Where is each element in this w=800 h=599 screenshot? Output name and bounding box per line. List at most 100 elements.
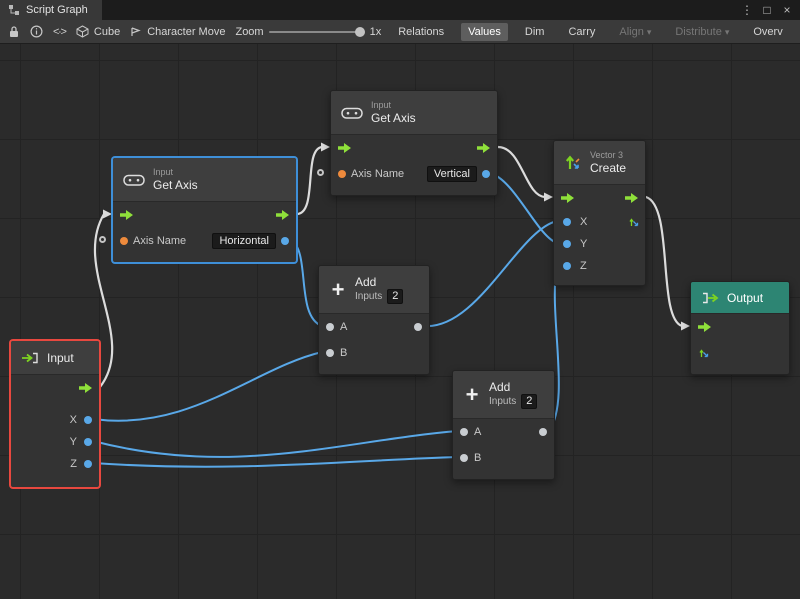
sum-out-port[interactable]	[539, 428, 547, 436]
node-header: Input Get Axis	[113, 158, 296, 202]
x-label: X	[580, 216, 587, 228]
node-header: + Add Inputs 2	[319, 266, 429, 314]
node-get-axis-vertical[interactable]: Input Get Axis Axis Name Vertical	[330, 90, 498, 196]
plus-icon: +	[329, 279, 347, 301]
info-icon[interactable]	[30, 25, 43, 38]
control-in-port[interactable]	[120, 210, 133, 220]
node-title: Create	[590, 161, 626, 175]
graph-name: Character Move	[147, 26, 225, 38]
zoom-slider-handle[interactable]	[355, 27, 365, 37]
object-breadcrumb-button[interactable]: Cube	[76, 25, 120, 38]
a-label: A	[474, 426, 481, 438]
a-in-port[interactable]	[460, 428, 468, 436]
axis-name-port[interactable]	[120, 237, 128, 245]
plus-icon: +	[463, 384, 481, 406]
axis-name-field[interactable]: Horizontal	[212, 233, 276, 249]
vector3-out-port[interactable]	[628, 216, 640, 228]
node-output[interactable]: Output	[690, 281, 790, 375]
target-port[interactable]	[99, 236, 106, 243]
a-in-port[interactable]	[326, 323, 334, 331]
close-icon[interactable]: ×	[778, 0, 796, 20]
node-title: Add	[355, 275, 403, 289]
input-port-icon	[21, 352, 39, 364]
result-out-port[interactable]	[281, 237, 289, 245]
result-out-port[interactable]	[482, 170, 490, 178]
control-in-port[interactable]	[561, 193, 574, 203]
chevron-down-icon: ▾	[725, 27, 730, 37]
gamepad-icon	[123, 173, 145, 187]
control-in-port[interactable]	[698, 322, 711, 332]
control-out-port[interactable]	[276, 210, 289, 220]
tab-title: Script Graph	[26, 4, 88, 16]
chevron-down-icon: ▾	[647, 27, 652, 37]
node-header: Output	[691, 282, 789, 314]
graph-breadcrumb-button[interactable]: Character Move	[130, 26, 225, 38]
x-label: X	[70, 414, 77, 426]
b-in-port[interactable]	[326, 349, 334, 357]
dim-button[interactable]: Dim	[518, 23, 552, 41]
inputs-label: Inputs	[355, 291, 382, 303]
y-out-port[interactable]	[84, 438, 92, 446]
x-in-port[interactable]	[563, 218, 571, 226]
node-input[interactable]: Input X Y Z	[10, 340, 100, 488]
zoom-value: 1x	[370, 26, 382, 38]
z-out-port[interactable]	[84, 460, 92, 468]
axis-name-field[interactable]: Vertical	[427, 166, 477, 182]
object-name: Cube	[94, 26, 120, 38]
script-graph-asset-icon	[130, 26, 142, 38]
node-title: Get Axis	[153, 178, 198, 192]
a-label: A	[340, 321, 347, 333]
align-dropdown[interactable]: Align▾	[612, 23, 658, 41]
lock-icon[interactable]	[8, 25, 20, 38]
control-out-port[interactable]	[625, 193, 638, 203]
window-tab-bar: Script Graph ⋮ □ ×	[0, 0, 800, 20]
inputs-count-field[interactable]: 2	[521, 394, 537, 409]
node-vector3-create[interactable]: Vector 3 Create X Y Z	[553, 140, 646, 286]
y-in-port[interactable]	[563, 240, 571, 248]
node-add-1[interactable]: + Add Inputs 2 A B	[318, 265, 430, 375]
node-get-axis-horizontal[interactable]: Input Get Axis Axis Name Horizontal	[112, 157, 297, 263]
script-graph-icon	[8, 4, 20, 16]
target-port[interactable]	[317, 169, 324, 176]
node-header: Vector 3 Create	[554, 141, 645, 185]
zoom-slider[interactable]	[269, 31, 365, 33]
gamepad-icon	[341, 106, 363, 120]
control-out-port[interactable]	[477, 143, 490, 153]
control-out-port[interactable]	[79, 383, 92, 393]
output-port-icon	[701, 292, 719, 304]
node-header: Input Get Axis	[331, 91, 497, 135]
relations-button[interactable]: Relations	[391, 23, 451, 41]
y-label: Y	[580, 238, 587, 250]
x-out-port[interactable]	[84, 416, 92, 424]
window-menu-icon[interactable]: ⋮	[738, 0, 756, 20]
distribute-dropdown[interactable]: Distribute▾	[668, 23, 736, 41]
node-subtitle: Vector 3	[590, 150, 626, 161]
graph-overview-icon[interactable]: <∙>	[53, 26, 66, 38]
node-subtitle: Input	[153, 167, 198, 178]
z-label: Z	[580, 260, 587, 272]
node-title: Get Axis	[371, 111, 416, 125]
z-in-port[interactable]	[563, 262, 571, 270]
tab-script-graph[interactable]: Script Graph	[0, 0, 102, 20]
axis-name-label: Axis Name	[351, 168, 404, 180]
inputs-label: Inputs	[489, 396, 516, 408]
vector3-icon	[564, 154, 582, 172]
carry-button[interactable]: Carry	[561, 23, 602, 41]
axis-name-label: Axis Name	[133, 235, 186, 247]
node-add-2[interactable]: + Add Inputs 2 A B	[452, 370, 555, 480]
axis-name-port[interactable]	[338, 170, 346, 178]
b-label: B	[340, 347, 347, 359]
node-title: Output	[727, 291, 763, 305]
maximize-icon[interactable]: □	[758, 0, 776, 20]
vector3-in-port[interactable]	[698, 347, 710, 359]
b-in-port[interactable]	[460, 454, 468, 462]
overview-button[interactable]: Overv	[746, 23, 789, 41]
inputs-count-field[interactable]: 2	[387, 289, 403, 304]
node-header: Input	[11, 341, 99, 375]
b-label: B	[474, 452, 481, 464]
values-button[interactable]: Values	[461, 23, 508, 41]
sum-out-port[interactable]	[414, 323, 422, 331]
node-header: + Add Inputs 2	[453, 371, 554, 419]
control-in-port[interactable]	[338, 143, 351, 153]
node-subtitle: Input	[371, 100, 416, 111]
